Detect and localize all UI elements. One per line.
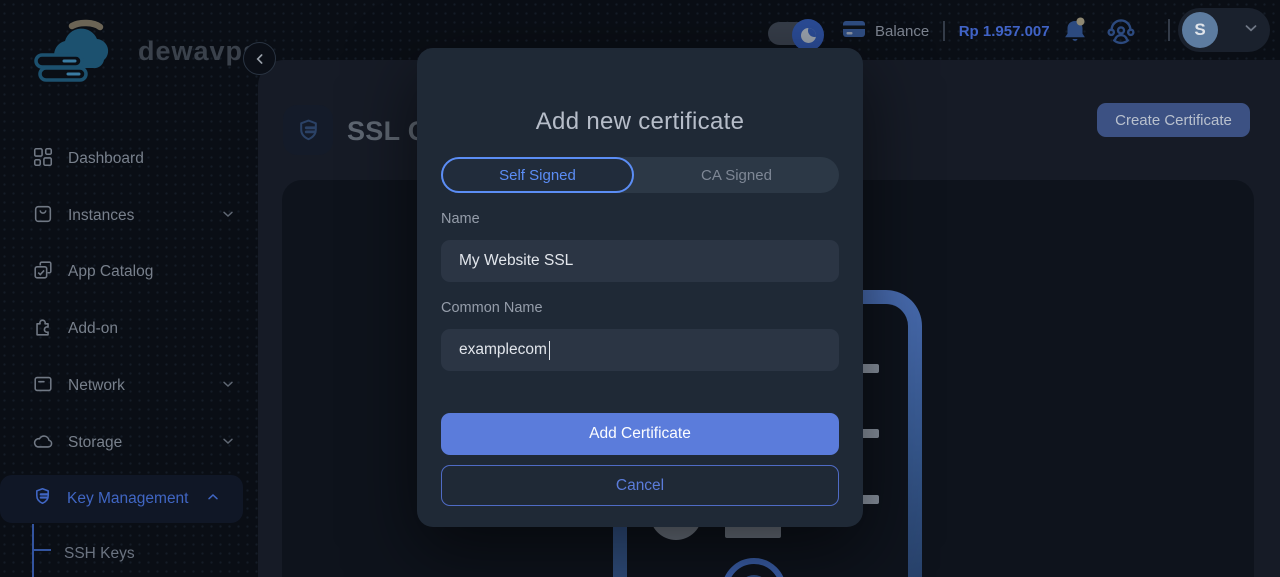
sidebar-item-label: Key Management	[67, 490, 191, 508]
common-name-input-value: examplecom	[459, 341, 547, 359]
sidebar-item-label: Instances	[68, 207, 206, 225]
dark-mode-toggle[interactable]	[768, 19, 824, 51]
name-field-label: Name	[441, 211, 480, 227]
moon-icon	[801, 28, 816, 43]
name-input[interactable]: My Website SSL	[441, 240, 839, 282]
common-name-input[interactable]: examplecom	[441, 329, 839, 371]
sidebar-item-app-catalog[interactable]: App Catalog	[0, 250, 258, 294]
sidebar-item-add-on[interactable]: Add-on	[0, 307, 258, 351]
sidebar-item-network[interactable]: Network	[0, 364, 258, 408]
name-input-value: My Website SSL	[459, 252, 573, 270]
sidebar-item-key-management[interactable]: Key Management	[0, 475, 243, 523]
balance-value: Rp 1.957.007	[959, 23, 1050, 40]
notifications-button[interactable]	[1060, 15, 1090, 47]
sidebar-item-label: Add-on	[68, 320, 236, 338]
chevron-left-icon	[252, 51, 268, 67]
avatar-initial: S	[1194, 20, 1205, 40]
ssl-shield-icon	[295, 117, 322, 144]
sidebar-subitem-ssh-keys[interactable]: SSH Keys	[0, 536, 243, 572]
chevron-down-icon	[220, 206, 236, 227]
brand-name: dewavps	[138, 36, 259, 67]
divider	[943, 21, 945, 41]
network-icon	[32, 373, 54, 400]
tab-ca-signed[interactable]: CA Signed	[634, 157, 839, 193]
cloud-logo-icon	[28, 12, 128, 91]
sidebar-item-dashboard[interactable]: Dashboard	[0, 137, 258, 181]
app-window: dewavps Balance Rp 1.957.007	[0, 0, 1280, 577]
cancel-button[interactable]: Cancel	[441, 465, 839, 506]
chevron-down-icon	[220, 433, 236, 454]
modal-title: Add new certificate	[417, 108, 863, 136]
app-catalog-icon	[32, 259, 54, 286]
divider	[1168, 19, 1170, 41]
instances-icon	[32, 203, 54, 230]
common-name-field-label: Common Name	[441, 300, 543, 316]
brand-logo: dewavps	[28, 12, 259, 91]
sidebar-item-label: Dashboard	[68, 150, 236, 168]
toggle-knob	[792, 19, 824, 51]
cloud-icon	[32, 430, 54, 457]
sidebar-item-label: Network	[68, 377, 206, 395]
balance-display: Balance Rp 1.957.007	[842, 18, 1050, 44]
chevron-up-icon	[205, 489, 221, 510]
sidebar-item-label: Storage	[68, 434, 206, 452]
chevron-down-icon	[1242, 19, 1260, 42]
tab-self-signed[interactable]: Self Signed	[441, 157, 634, 193]
support-button[interactable]	[1106, 16, 1136, 46]
user-menu[interactable]: S	[1178, 8, 1270, 52]
puzzle-icon	[32, 316, 54, 343]
avatar: S	[1182, 12, 1218, 48]
text-caret	[549, 341, 551, 360]
sidebar-collapse-button[interactable]	[243, 42, 276, 75]
sidebar-subitem-label: SSH Keys	[64, 545, 135, 563]
add-certificate-modal: Add new certificate Self Signed CA Signe…	[417, 48, 863, 527]
page-icon-box	[283, 105, 333, 155]
sidebar-item-storage[interactable]: Storage	[0, 421, 258, 465]
shield-key-icon	[32, 486, 53, 512]
chevron-down-icon	[220, 376, 236, 397]
add-certificate-button[interactable]: Add Certificate	[441, 413, 839, 455]
certificate-type-tabs: Self Signed CA Signed	[441, 157, 839, 193]
sidebar-item-label: App Catalog	[68, 263, 236, 281]
balance-label: Balance	[875, 23, 929, 40]
create-certificate-button[interactable]: Create Certificate	[1097, 103, 1250, 137]
dashboard-icon	[32, 146, 54, 173]
sidebar-item-instances[interactable]: Instances	[0, 194, 258, 238]
credit-card-icon	[842, 18, 866, 45]
